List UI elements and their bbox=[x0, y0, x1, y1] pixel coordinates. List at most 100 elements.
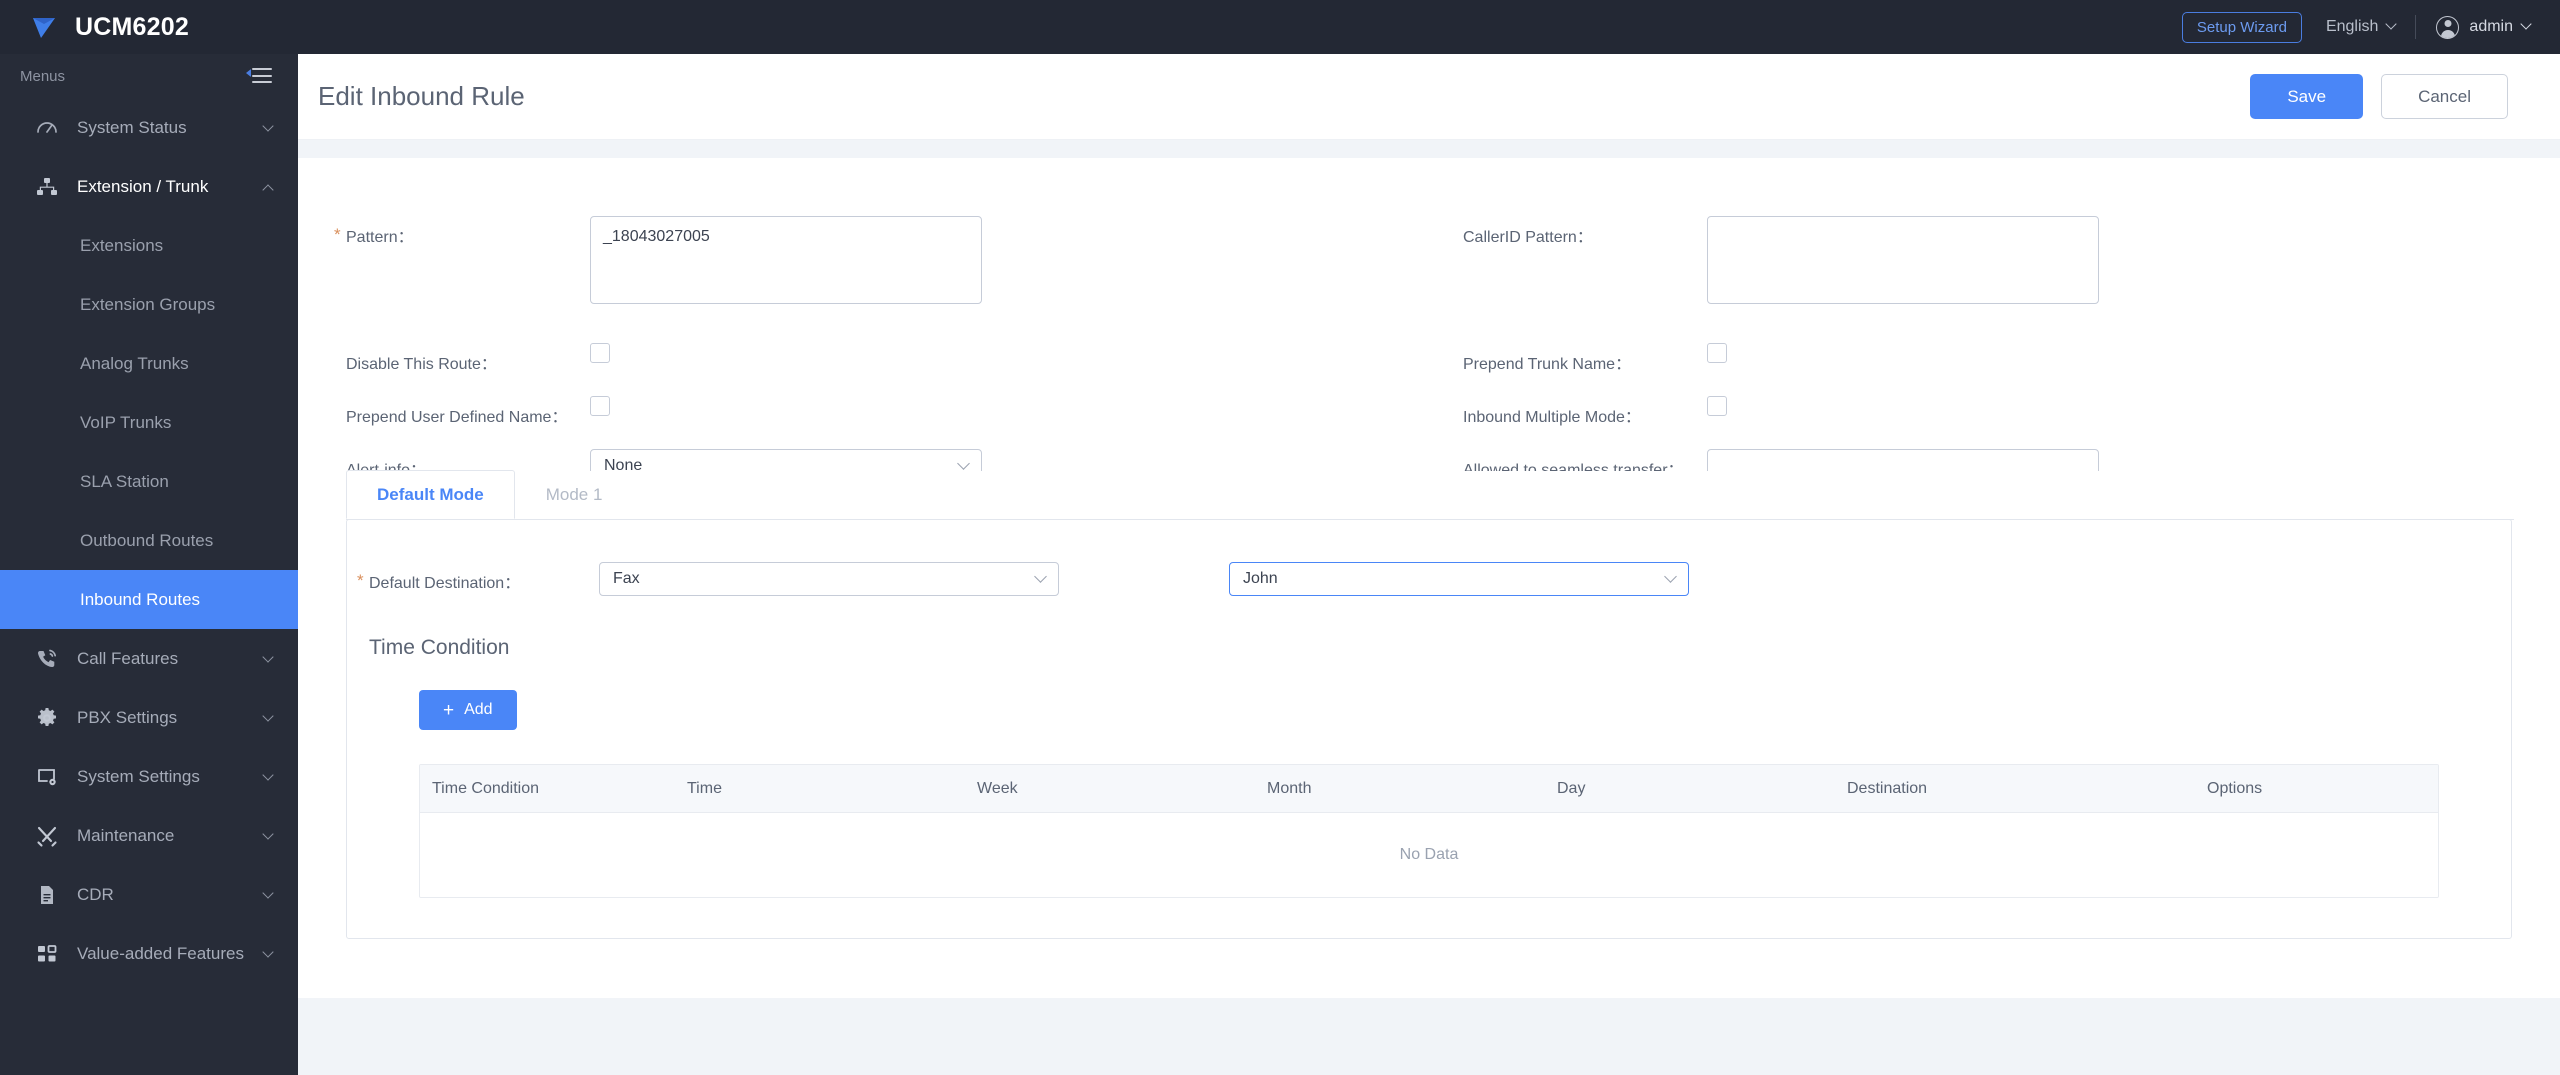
pattern-label: Pattern： bbox=[334, 216, 590, 247]
page-title: Edit Inbound Rule bbox=[318, 81, 525, 111]
chevron-down-icon bbox=[262, 944, 274, 964]
mode-tabs-panel: Default Mode Mode 1 Default Destination：… bbox=[346, 470, 2514, 939]
add-time-condition-button[interactable]: + Add bbox=[419, 690, 517, 730]
table-header-row: Time Condition Time Week Month Day Desti… bbox=[420, 765, 2438, 813]
column-header-time: Time bbox=[687, 779, 722, 797]
tab-mode-1[interactable]: Mode 1 bbox=[515, 470, 634, 519]
field-inbound-multiple-mode: Inbound Multiple Mode： bbox=[1463, 396, 2560, 427]
chevron-down-icon bbox=[262, 767, 274, 787]
callerid-pattern-input[interactable] bbox=[1707, 216, 2099, 304]
sidebar-item-extension-groups[interactable]: Extension Groups bbox=[0, 275, 298, 334]
language-selector[interactable]: English bbox=[2325, 18, 2398, 36]
plus-icon: + bbox=[443, 699, 455, 721]
collapse-menu-icon[interactable] bbox=[246, 68, 272, 84]
default-destination-type-value: Fax bbox=[613, 570, 640, 587]
prepend-trunk-name-checkbox[interactable] bbox=[1707, 343, 1727, 363]
column-header-week: Week bbox=[977, 779, 1018, 797]
sidebar-item-voip-trunks[interactable]: VoIP Trunks bbox=[0, 393, 298, 452]
chevron-down-icon bbox=[262, 118, 274, 138]
sidebar-item-sla-station[interactable]: SLA Station bbox=[0, 452, 298, 511]
chevron-down-icon bbox=[262, 826, 274, 846]
sidebar-item-system-settings[interactable]: System Settings bbox=[0, 747, 298, 806]
column-header-day: Day bbox=[1557, 779, 1586, 797]
content-wrapper: Pattern： CallerID Pattern： Disable This … bbox=[298, 140, 2560, 998]
form-row-default-destination: Default Destination： Fax John bbox=[347, 562, 2511, 596]
tab-default-mode[interactable]: Default Mode bbox=[346, 470, 515, 519]
menus-header: Menus bbox=[0, 54, 298, 98]
sidebar-item-label: System Settings bbox=[77, 766, 200, 786]
chevron-down-icon bbox=[2520, 18, 2532, 30]
sidebar-item-label: System Status bbox=[77, 117, 187, 137]
time-condition-table: Time Condition Time Week Month Day Desti… bbox=[419, 764, 2439, 898]
grid-blocks-icon bbox=[34, 941, 60, 967]
prepend-trunk-name-label: Prepend Trunk Name： bbox=[1463, 356, 1632, 373]
extension-trunk-submenu: Extensions Extension Groups Analog Trunk… bbox=[0, 216, 298, 629]
tools-icon bbox=[34, 823, 60, 849]
mode-tabs: Default Mode Mode 1 bbox=[346, 470, 2514, 520]
sidebar-item-analog-trunks[interactable]: Analog Trunks bbox=[0, 334, 298, 393]
add-button-label: Add bbox=[464, 701, 493, 718]
main-content: Edit Inbound Rule Save Cancel Pattern： C… bbox=[298, 54, 2560, 1075]
sitemap-icon bbox=[34, 174, 60, 200]
document-icon bbox=[34, 882, 60, 908]
inbound-multiple-mode-label: Inbound Multiple Mode： bbox=[1463, 409, 1641, 426]
chevron-down-icon bbox=[262, 649, 274, 669]
sidebar-item-extension-trunk[interactable]: Extension / Trunk bbox=[0, 157, 298, 216]
inbound-multiple-mode-checkbox[interactable] bbox=[1707, 396, 1727, 416]
sidebar-item-value-added-features[interactable]: Value-added Features bbox=[0, 924, 298, 983]
language-label: English bbox=[2325, 18, 2379, 35]
default-destination-target-select[interactable]: John bbox=[1229, 562, 1689, 596]
sidebar-item-label: CDR bbox=[77, 884, 114, 904]
inbound-rule-form-card: Pattern： CallerID Pattern： Disable This … bbox=[298, 158, 2560, 998]
sidebar-item-outbound-routes[interactable]: Outbound Routes bbox=[0, 511, 298, 570]
gear-icon bbox=[34, 705, 60, 731]
user-name: admin bbox=[2469, 18, 2513, 35]
disable-route-label: Disable This Route： bbox=[346, 356, 497, 373]
top-bar: UCM6202 Setup Wizard English admin bbox=[0, 0, 2560, 54]
field-disable-route: Disable This Route： bbox=[298, 343, 1463, 374]
prepend-user-defined-name-label: Prepend User Defined Name： bbox=[346, 409, 568, 426]
setup-wizard-button[interactable]: Setup Wizard bbox=[2181, 11, 2302, 43]
field-prepend-user-defined-name: Prepend User Defined Name： bbox=[298, 396, 1463, 427]
page-header: Edit Inbound Rule Save Cancel bbox=[298, 54, 2560, 140]
user-avatar-icon bbox=[2436, 15, 2460, 39]
sidebar-item-system-status[interactable]: System Status bbox=[0, 98, 298, 157]
chevron-up-icon bbox=[262, 177, 274, 197]
chevron-down-icon bbox=[262, 885, 274, 905]
chevron-down-icon bbox=[1034, 569, 1047, 583]
sidebar-item-extensions[interactable]: Extensions bbox=[0, 216, 298, 275]
default-destination-target-value: John bbox=[1243, 570, 1278, 587]
prepend-user-defined-name-checkbox[interactable] bbox=[590, 396, 610, 416]
cancel-button[interactable]: Cancel bbox=[2381, 74, 2508, 119]
default-destination-type-select[interactable]: Fax bbox=[599, 562, 1059, 596]
default-destination-label: Default Destination： bbox=[357, 562, 599, 593]
field-pattern: Pattern： bbox=[298, 216, 1463, 309]
sidebar-item-label: Call Features bbox=[77, 648, 179, 668]
save-button[interactable]: Save bbox=[2250, 74, 2364, 119]
sidebar-item-label: PBX Settings bbox=[77, 707, 178, 727]
sidebar-item-pbx-settings[interactable]: PBX Settings bbox=[0, 688, 298, 747]
sidebar-item-inbound-routes[interactable]: Inbound Routes bbox=[0, 570, 298, 629]
chevron-down-icon bbox=[2385, 18, 2398, 30]
field-default-destination: Default Destination： Fax John bbox=[347, 562, 1689, 596]
field-callerid-pattern: CallerID Pattern： bbox=[1463, 216, 2560, 309]
menus-label: Menus bbox=[20, 67, 66, 85]
sidebar-item-label: Maintenance bbox=[77, 825, 175, 845]
user-menu[interactable]: admin bbox=[2436, 15, 2532, 39]
chevron-down-icon bbox=[1664, 569, 1677, 583]
sidebar-item-maintenance[interactable]: Maintenance bbox=[0, 806, 298, 865]
sidebar-item-call-features[interactable]: Call Features bbox=[0, 629, 298, 688]
chevron-down-icon bbox=[957, 456, 970, 470]
pattern-input[interactable] bbox=[590, 216, 982, 304]
time-condition-title: Time Condition bbox=[369, 636, 510, 659]
dashboard-gauge-icon bbox=[34, 115, 60, 141]
callerid-pattern-label: CallerID Pattern： bbox=[1463, 229, 1593, 246]
phone-ring-icon bbox=[34, 646, 60, 672]
column-header-month: Month bbox=[1267, 779, 1312, 797]
sidebar-item-cdr[interactable]: CDR bbox=[0, 865, 298, 924]
monitor-gear-icon bbox=[34, 764, 60, 790]
form-row-disable-prepend-trunk: Disable This Route： Prepend Trunk Name： bbox=[298, 343, 2560, 374]
divider bbox=[2415, 15, 2417, 39]
field-prepend-trunk-name: Prepend Trunk Name： bbox=[1463, 343, 2560, 374]
disable-route-checkbox[interactable] bbox=[590, 343, 610, 363]
